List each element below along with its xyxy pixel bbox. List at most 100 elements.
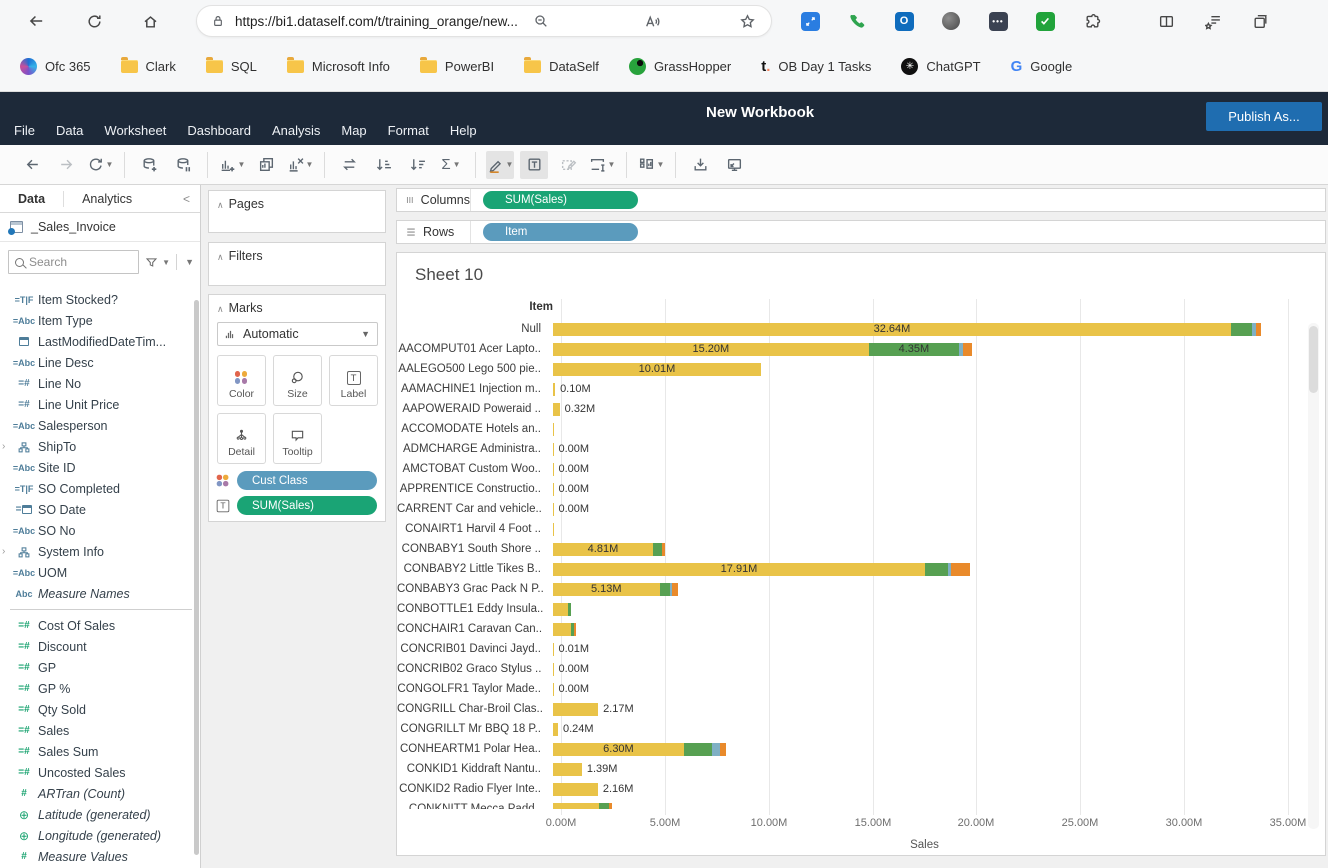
bar-aapoweraid[interactable]: 0.32M xyxy=(553,403,595,416)
publish-as-button[interactable]: Publish As... xyxy=(1206,102,1322,131)
field-item-type[interactable]: =AbcItem Type xyxy=(0,310,200,331)
field-line-no[interactable]: =#Line No xyxy=(0,373,200,394)
chart-row-conknitt[interactable]: CONKNITT Mecca Padd.. xyxy=(397,799,1303,809)
bar-aalego500[interactable]: 10.01M xyxy=(553,363,761,376)
bar-aamachine1[interactable]: 0.10M xyxy=(553,383,591,396)
expand-chevron-icon[interactable]: › xyxy=(2,441,5,452)
search-box[interactable] xyxy=(8,250,139,274)
read-aloud-icon[interactable] xyxy=(641,11,661,31)
chart-row-concrib02[interactable]: CONCRIB02 Graco Stylus ..0.00M xyxy=(397,659,1303,679)
bar-conbaby2[interactable]: 17.91M xyxy=(553,563,970,576)
field-cost-of-sales[interactable]: =#Cost Of Sales xyxy=(0,615,200,636)
bar-conkid1[interactable]: 1.39M xyxy=(553,763,617,776)
bar-segment-gold[interactable] xyxy=(553,383,555,396)
menu-worksheet[interactable]: Worksheet xyxy=(104,123,166,138)
tooltip-button[interactable]: Tooltip xyxy=(273,413,322,464)
chart-row-conairt1[interactable]: CONAIRT1 Harvil 4 Foot .. xyxy=(397,519,1303,539)
sheet-title[interactable]: Sheet 10 xyxy=(415,265,483,285)
bar-segment-orange[interactable] xyxy=(951,563,970,576)
chart-row-conbottle1[interactable]: CONBOTTLE1 Eddy Insula.. xyxy=(397,599,1303,619)
bar-segment-gold[interactable]: 4.81M xyxy=(553,543,653,556)
bar-admcharge[interactable]: 0.00M xyxy=(553,443,589,456)
bar-conbaby1[interactable]: 4.81M xyxy=(553,543,665,556)
field-longitude-generated-[interactable]: ⊕Longitude (generated) xyxy=(0,825,200,846)
chart-row-congrill[interactable]: CONGRILL Char-Broil Clas..2.17M xyxy=(397,699,1303,719)
chart-row-conbaby1[interactable]: CONBABY1 South Shore ..4.81M xyxy=(397,539,1303,559)
chart-row-conheartm1[interactable]: CONHEARTM1 Polar Hea..6.30M xyxy=(397,739,1303,759)
url-text[interactable]: https://bi1.dataself.com/t/training_oran… xyxy=(235,14,653,29)
tab-data[interactable]: Data xyxy=(0,185,63,212)
bar-conheartm1[interactable]: 6.30M xyxy=(553,743,726,756)
bar-segment-gold[interactable] xyxy=(553,663,554,676)
bar-segment-gold[interactable]: 15.20M xyxy=(553,343,869,356)
bar-segment-gold[interactable] xyxy=(553,683,554,696)
new-worksheet-icon[interactable]: ▼ xyxy=(218,151,246,179)
menu-data[interactable]: Data xyxy=(56,123,83,138)
bar-segment-gold[interactable] xyxy=(553,523,554,536)
mark-type-dropdown[interactable]: Automatic ▼ xyxy=(217,322,378,346)
field-discount[interactable]: =#Discount xyxy=(0,636,200,657)
split-screen-icon[interactable] xyxy=(1156,11,1176,31)
bar-segment-orange[interactable] xyxy=(609,803,612,810)
forward-icon[interactable] xyxy=(52,151,80,179)
bar-congolfr1[interactable]: 0.00M xyxy=(553,683,589,696)
field-measure-names[interactable]: AbcMeasure Names xyxy=(0,583,200,604)
size-button[interactable]: Size xyxy=(273,355,322,406)
label-button[interactable]: TLabel xyxy=(329,355,378,406)
chart-row-conkid2[interactable]: CONKID2 Radio Flyer Inte..2.16M xyxy=(397,779,1303,799)
phone-icon[interactable] xyxy=(847,11,867,31)
chart-row-conkid1[interactable]: CONKID1 Kiddraft Nantu..1.39M xyxy=(397,759,1303,779)
menu-help[interactable]: Help xyxy=(450,123,477,138)
bookmark-clark[interactable]: Clark xyxy=(121,59,176,74)
collections-icon[interactable] xyxy=(1203,11,1223,31)
tasks-check-icon[interactable] xyxy=(1035,11,1055,31)
datasource-row[interactable]: _Sales_Invoice xyxy=(0,213,200,242)
tab-actions-icon[interactable] xyxy=(1250,11,1270,31)
bar-segment-gold[interactable] xyxy=(553,783,598,796)
color-button[interactable]: Color xyxy=(217,355,266,406)
field-line-unit-price[interactable]: =#Line Unit Price xyxy=(0,394,200,415)
field-measure-values[interactable]: #Measure Values xyxy=(0,846,200,867)
bar-segment-gold[interactable] xyxy=(553,443,554,456)
bar-aacomput01[interactable]: 15.20M4.35M xyxy=(553,343,972,356)
field-sales[interactable]: =#Sales xyxy=(0,720,200,741)
menu-format[interactable]: Format xyxy=(388,123,429,138)
bar-accomodate[interactable] xyxy=(553,423,554,436)
swap-rows-columns-icon[interactable] xyxy=(335,151,363,179)
pill-item[interactable]: Item xyxy=(483,223,638,241)
back-icon[interactable] xyxy=(18,151,46,179)
bar-segment-orange[interactable] xyxy=(963,343,971,356)
download-icon[interactable] xyxy=(686,151,714,179)
chart-row-carrent[interactable]: CARRENT Car and vehicle..0.00M xyxy=(397,499,1303,519)
chart-row-conchair1[interactable]: CONCHAIR1 Caravan Can.. xyxy=(397,619,1303,639)
chart-row-aacomput01[interactable]: AACOMPUT01 Acer Lapto..15.20M4.35M xyxy=(397,339,1303,359)
field-uom[interactable]: =AbcUOM xyxy=(0,562,200,583)
bar-concrib01[interactable]: 0.01M xyxy=(553,643,589,656)
bar-segment-gold[interactable]: 32.64M xyxy=(553,323,1231,336)
bar-segment-gold[interactable] xyxy=(553,603,568,616)
bookmark-ofc-365[interactable]: Ofc 365 xyxy=(20,58,91,75)
columns-shelf[interactable]: Columns SUM(Sales) xyxy=(396,188,1326,212)
bar-segment-orange[interactable] xyxy=(662,543,665,556)
bar-segment-green[interactable] xyxy=(599,803,609,810)
bookmark-powerbi[interactable]: PowerBI xyxy=(420,59,494,74)
totals-icon[interactable]: Σ▼ xyxy=(437,151,465,179)
bar-null[interactable]: 32.64M xyxy=(553,323,1261,336)
chart-row-aamachine1[interactable]: AAMACHINE1 Injection m..0.10M xyxy=(397,379,1303,399)
bookmark-dataself[interactable]: DataSelf xyxy=(524,59,599,74)
bookmark-grasshopper[interactable]: GrassHopper xyxy=(629,58,731,75)
clear-sheet-icon[interactable]: ▼ xyxy=(286,151,314,179)
field-item-stocked-[interactable]: =T|FItem Stocked? xyxy=(0,289,200,310)
filter-fields-icon[interactable]: ▼ xyxy=(145,256,170,269)
chart-row-aalego500[interactable]: AALEGO500 Lego 500 pie..10.01M xyxy=(397,359,1303,379)
pill-cust-class[interactable]: Cust Class xyxy=(237,471,377,490)
field-so-completed[interactable]: =T|FSO Completed xyxy=(0,478,200,499)
bar-conbottle1[interactable] xyxy=(553,603,571,616)
field-qty-sold[interactable]: =#Qty Sold xyxy=(0,699,200,720)
bar-segment-gold[interactable] xyxy=(553,803,599,810)
bar-segment-gold[interactable]: 5.13M xyxy=(553,583,660,596)
field-list-scrollbar[interactable] xyxy=(194,300,199,855)
bar-segment-gold[interactable] xyxy=(553,403,560,416)
field-sales-sum[interactable]: =#Sales Sum xyxy=(0,741,200,762)
collapse-marks-icon[interactable]: ∧ xyxy=(217,304,224,314)
